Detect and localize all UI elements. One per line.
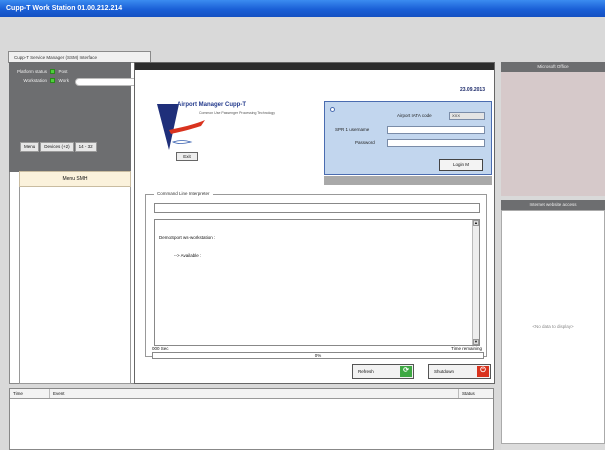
platform-status-led <box>50 69 56 75</box>
scroll-down-icon[interactable]: ▼ <box>473 339 479 345</box>
left-menu-tabs: Menu Devices (+2) 14 - 32 <box>20 142 97 152</box>
login-status-bar <box>324 176 492 185</box>
shutdown-label: Shutdown <box>434 369 455 374</box>
password-field[interactable] <box>387 139 485 147</box>
tab-strip: Cupp-T Service Manager (SSM) Interface <box>0 17 605 63</box>
event-log-header: Time Event Status <box>10 389 493 399</box>
app-subtitle: Common Use Passenger Processing Technolo… <box>199 111 276 115</box>
refresh-label: Refresh <box>358 369 374 374</box>
window-title-bar[interactable]: Cupp-T Work Station 01.00.212.214 <box>0 0 605 17</box>
menu-smh-header: Menu SMH <box>19 171 131 187</box>
shutdown-button[interactable]: Shutdown ⏻ <box>428 364 491 379</box>
scroll-up-icon[interactable]: ▲ <box>473 220 479 226</box>
refresh-button[interactable]: Refresh ⟳ <box>352 364 414 379</box>
left-grey-panel <box>9 106 131 172</box>
app-name: Airport Manager Cupp-T <box>177 102 246 108</box>
platform-status-row: Platform status Post <box>17 69 68 75</box>
tab-range[interactable]: 14 - 32 <box>74 142 97 152</box>
username-field[interactable] <box>387 126 485 134</box>
microsoft-office-panel[interactable] <box>501 72 605 196</box>
progress-percent: 0% <box>314 353 322 358</box>
refresh-icon: ⟳ <box>400 366 412 377</box>
internet-access-header: Internet website access <box>501 200 605 210</box>
tab-devices[interactable]: Devices (+2) <box>40 142 74 152</box>
workstation-status-row: Workstation Work <box>17 78 69 84</box>
dialog-date: 23.09.2013 <box>459 87 485 93</box>
dialog-top-bar <box>135 63 494 70</box>
progress-bar: 0% <box>152 352 484 359</box>
cli-command-input[interactable] <box>154 203 480 213</box>
cli-output[interactable]: DemoSport ws-workstation : --> Available… <box>154 219 480 346</box>
tab-menu[interactable]: Menu <box>20 142 40 152</box>
workstation-status-value: Work <box>58 78 69 83</box>
right-panel-footer <box>501 444 605 450</box>
iata-field[interactable]: XXX <box>449 112 485 120</box>
window-title: Cupp-T Work Station 01.00.212.214 <box>6 5 123 12</box>
cli-group: Command Line Interpreter DemoSport ws-wo… <box>145 191 487 357</box>
cli-legend: Command Line Interpreter <box>154 191 213 196</box>
no-data-message: <No data to display> <box>532 324 574 329</box>
cli-output-line: --> Available : <box>159 253 202 258</box>
progress-time-remaining: Time remaining <box>451 346 482 351</box>
username-label: SPR 1 username <box>335 127 370 132</box>
microsoft-office-header: Microsoft Office <box>501 62 605 72</box>
exit-button[interactable]: Exit <box>176 152 198 161</box>
info-icon <box>330 107 335 112</box>
workstation-status-label: Workstation <box>23 78 47 83</box>
login-button[interactable]: Login M <box>439 159 483 171</box>
progress-seconds: 000 Sec <box>152 346 169 351</box>
menu-smh-list[interactable] <box>19 187 131 384</box>
cli-output-line: DemoSport ws-workstation : <box>159 235 216 240</box>
event-log[interactable]: Time Event Status <box>9 388 494 450</box>
workstation-status-led <box>50 78 56 84</box>
app-logo-area: Airport Manager Cupp-T Common Use Passen… <box>155 100 295 160</box>
internet-access-panel[interactable]: <No data to display> <box>501 210 605 444</box>
login-panel: Airport IATA code XXX SPR 1 username Pas… <box>324 101 492 175</box>
column-event[interactable]: Event <box>50 389 459 398</box>
column-time[interactable]: Time <box>10 389 50 398</box>
status-panel: Platform status Post Workstation Work <box>9 62 155 106</box>
iata-label: Airport IATA code <box>397 113 432 118</box>
power-icon: ⏻ <box>477 366 489 377</box>
password-label: Password <box>355 140 375 145</box>
platform-status-value: Post <box>58 69 68 74</box>
cli-scrollbar[interactable]: ▲ ▼ <box>472 220 479 345</box>
column-status[interactable]: Status <box>459 389 493 398</box>
airport-logo-icon <box>157 104 205 150</box>
platform-status-label: Platform status <box>17 69 48 74</box>
